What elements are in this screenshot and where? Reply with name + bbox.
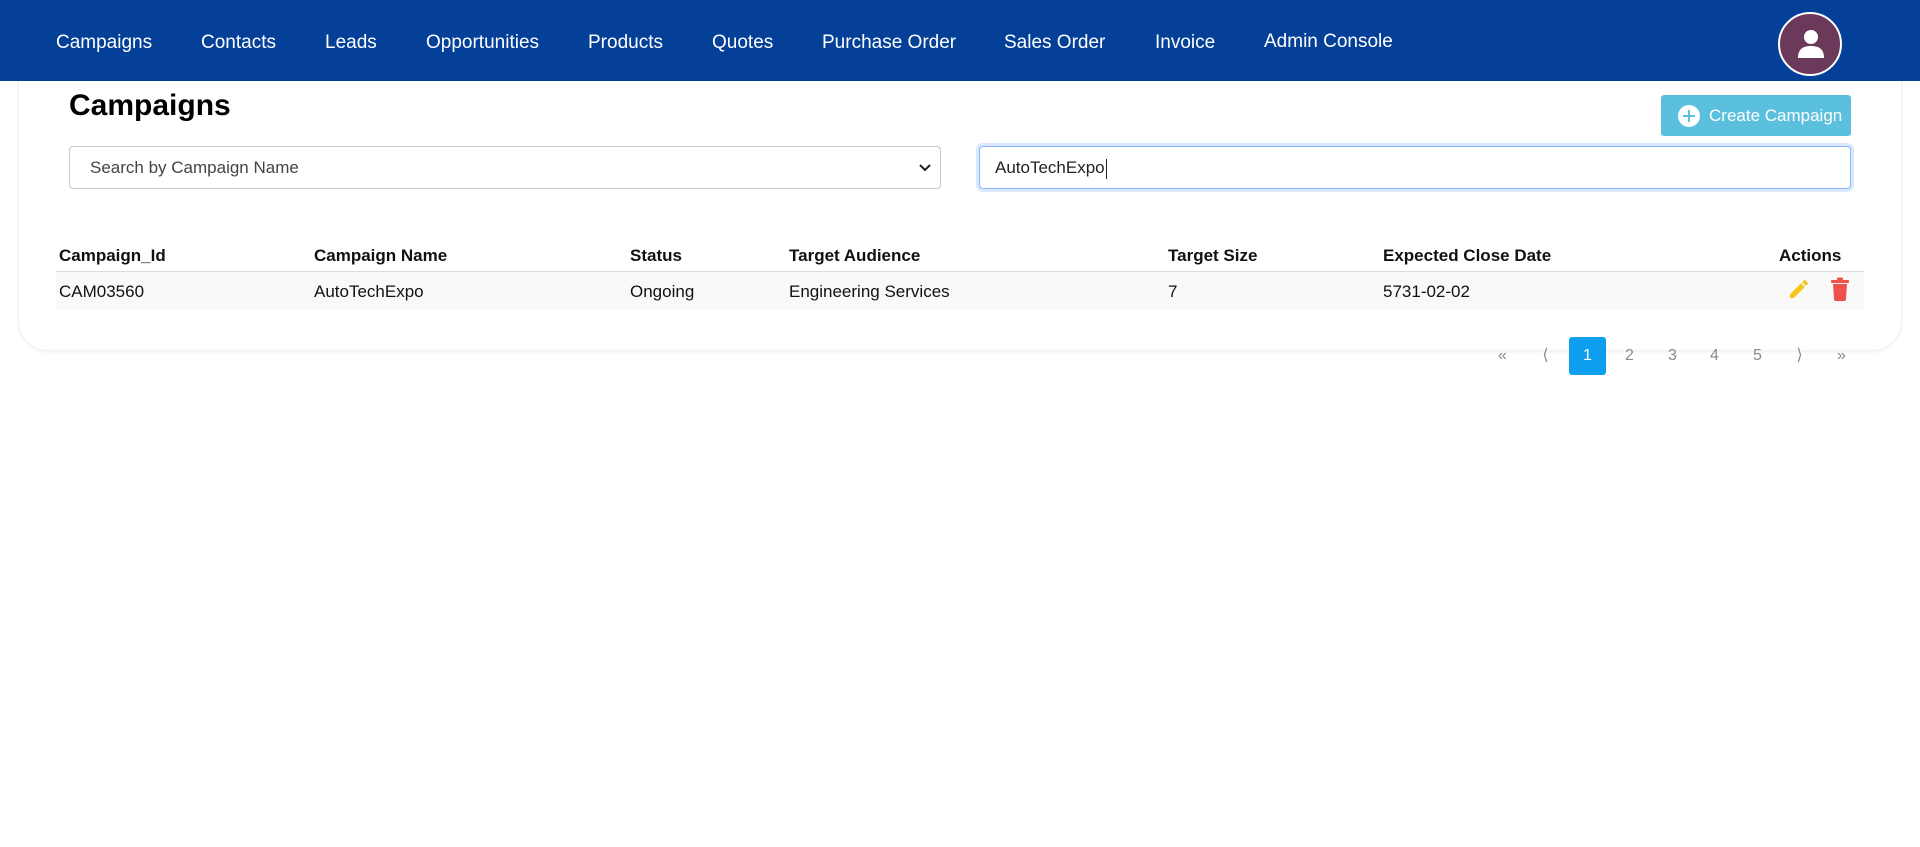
header-target-size: Target Size (1168, 246, 1258, 265)
pagination-page-4[interactable]: 4 (1696, 337, 1733, 375)
nav-item-admin-console[interactable]: Admin Console (1264, 31, 1393, 53)
nav-item-contacts[interactable]: Contacts (201, 32, 276, 54)
pagination-next[interactable]: ⟩ (1781, 337, 1818, 375)
nav-item-purchase-order[interactable]: Purchase Order (822, 32, 956, 54)
nav-item-leads[interactable]: Leads (325, 32, 377, 54)
create-campaign-label: Create Campaign (1709, 106, 1843, 125)
user-avatar-button[interactable] (1778, 12, 1842, 76)
pagination-page-2[interactable]: 2 (1611, 337, 1648, 375)
nav-item-products[interactable]: Products (588, 32, 663, 54)
search-input[interactable]: AutoTechExpo (979, 146, 1851, 189)
nav-item-sales-order[interactable]: Sales Order (1004, 32, 1105, 54)
cell-status: Ongoing (630, 282, 695, 301)
pagination-first[interactable]: « (1484, 337, 1521, 375)
top-navbar: Campaigns Contacts Leads Opportunities P… (0, 0, 1920, 81)
search-field-select[interactable]: Search by Campaign Name (69, 146, 941, 189)
cell-target-size: 7 (1168, 282, 1178, 301)
header-campaign-name: Campaign Name (314, 246, 448, 265)
header-actions: Actions (1779, 246, 1842, 265)
create-campaign-button[interactable]: Create Campaign (1661, 95, 1851, 136)
plus-circle-icon (1678, 105, 1700, 127)
chevron-down-icon (919, 164, 931, 172)
search-field-select-value: Search by Campaign Name (90, 158, 299, 177)
pagination-page-5[interactable]: 5 (1739, 337, 1776, 375)
header-status: Status (630, 246, 682, 265)
nav-item-quotes[interactable]: Quotes (712, 32, 773, 54)
trash-icon[interactable] (1830, 277, 1850, 301)
cell-expected-close-date: 5731-02-02 (1383, 282, 1470, 301)
nav-item-invoice[interactable]: Invoice (1155, 32, 1215, 54)
cell-target-audience: Engineering Services (789, 282, 950, 301)
header-target-audience: Target Audience (789, 246, 921, 265)
cell-campaign-id: CAM03560 (59, 282, 145, 301)
user-icon (1798, 30, 1824, 58)
text-caret (1105, 158, 1107, 179)
page-title: Campaigns (69, 89, 231, 122)
nav-item-campaigns[interactable]: Campaigns (56, 32, 152, 54)
header-campaign-id: Campaign_Id (59, 246, 166, 265)
pagination-page-1[interactable]: 1 (1569, 337, 1606, 375)
pagination-last[interactable]: » (1823, 337, 1860, 375)
pagination-page-3[interactable]: 3 (1654, 337, 1691, 375)
header-expected-close-date: Expected Close Date (1383, 246, 1552, 265)
nav-item-opportunities[interactable]: Opportunities (426, 32, 539, 54)
cell-campaign-name: AutoTechExpo (314, 282, 424, 301)
search-input-value: AutoTechExpo (995, 158, 1105, 177)
campaigns-card (18, 81, 1902, 351)
pagination-prev[interactable]: ⟨ (1527, 337, 1564, 375)
pencil-icon[interactable] (1787, 277, 1811, 301)
